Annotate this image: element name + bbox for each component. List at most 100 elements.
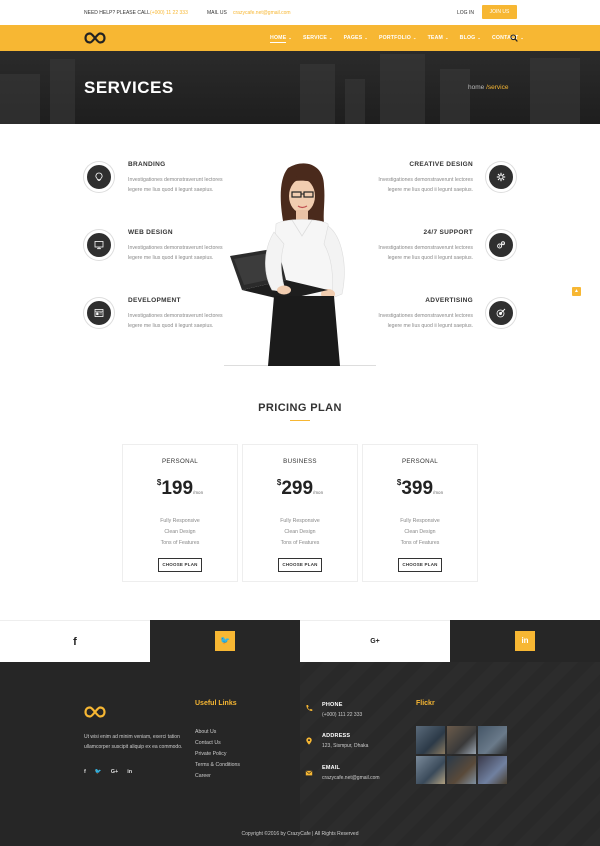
contact-address-label: ADDRESS (322, 733, 351, 739)
bulb-icon (84, 162, 114, 192)
phone-icon (306, 705, 313, 712)
help-phone[interactable]: (+000) 11 22 333 (150, 10, 188, 16)
plan-name: PERSONAL (401, 458, 439, 465)
service-title-web-design: WEB DESIGN (128, 229, 173, 236)
choose-plan-button[interactable]: CHOOSE PLAN (158, 558, 202, 572)
flickr-photo[interactable] (478, 726, 507, 754)
plan-feature: Clean Design (284, 529, 316, 535)
service-text-development: Investigationes demonstraverunt lectores… (128, 313, 223, 329)
nav-pages[interactable]: PAGES ⌄ (344, 25, 368, 51)
contact-address-value: 123, Sismpur, Dhaka (322, 743, 369, 749)
plan-name: PERSONAL (161, 458, 199, 465)
businesswoman-image (224, 163, 376, 366)
plan-feature: Clean Design (404, 529, 436, 535)
google-plus-icon[interactable]: G+ (111, 769, 119, 775)
flickr-photo[interactable] (416, 726, 445, 754)
twitter-icon[interactable]: 🐦 (95, 769, 102, 775)
flickr-photo[interactable] (478, 756, 507, 784)
target-icon (486, 298, 516, 328)
gears-icon (486, 230, 516, 260)
pricing-card-personal-2: PERSONAL $399/mon Fully Responsive Clean… (362, 444, 478, 582)
social-twitter[interactable]: 🐦 (150, 620, 300, 662)
contact-phone-value[interactable]: (+000) 111 22 333 (322, 712, 362, 718)
plan-feature: Clean Design (164, 529, 196, 535)
nav-contact[interactable]: CONTACT ⌄ (492, 25, 524, 51)
breadcrumb-home[interactable]: home (468, 84, 484, 91)
plan-feature: Fully Responsive (160, 518, 200, 524)
footer-link-terms[interactable]: Terms & Conditions (195, 762, 240, 768)
infinity-logo-icon[interactable] (84, 706, 106, 718)
chevron-up-icon[interactable]: ▲ (572, 287, 581, 296)
contact-email-value[interactable]: crazycafe.net@gmail.com (322, 775, 380, 781)
monitor-icon (84, 230, 114, 260)
settings-icon (486, 162, 516, 192)
mail-icon (305, 770, 313, 776)
service-title-creative-design: CREATIVE DESIGN (409, 161, 473, 168)
join-us-button[interactable]: JOIN US (482, 5, 517, 19)
top-bar: NEED HELP? PLEASE CALL (+000) 11 22 333 … (0, 0, 600, 25)
choose-plan-button[interactable]: CHOOSE PLAN (398, 558, 442, 572)
flickr-title: Flickr (416, 700, 435, 707)
nav-team[interactable]: TEAM ⌄ (428, 25, 449, 51)
nav-menu: HOME ⌄ SERVICE ⌄ PAGES ⌄ PORTFOLIO ⌄ TEAM ⌄ B… (270, 25, 535, 51)
service-text-branding: Investigationes demonstraverunt lectores… (128, 177, 223, 193)
plan-price: $199/mon (156, 478, 204, 499)
nav-blog[interactable]: BLOG ⌄ (460, 25, 481, 51)
pricing-card-personal-1: PERSONAL $199/mon Fully Responsive Clean… (122, 444, 238, 582)
facebook-icon[interactable]: f (84, 769, 86, 775)
search-icon[interactable] (510, 34, 518, 42)
plan-feature: Fully Responsive (280, 518, 320, 524)
choose-plan-button[interactable]: CHOOSE PLAN (278, 558, 322, 572)
footer-social: f 🐦 G+ in (84, 769, 132, 775)
footer: Ut wisi enim ad minim veniam, exerci tat… (0, 662, 600, 846)
footer-link-about[interactable]: About Us (195, 729, 216, 735)
nav-service[interactable]: SERVICE ⌄ (303, 25, 333, 51)
infinity-logo-icon[interactable] (84, 32, 106, 44)
flickr-gallery (416, 726, 508, 786)
service-title-support: 24/7 SUPPORT (423, 229, 473, 236)
mail-label: MAIL US (207, 10, 227, 16)
nav-home[interactable]: HOME ⌄ (270, 25, 292, 51)
plan-feature: Tons of Features (160, 540, 200, 546)
service-text-advertising: Investigationes demonstraverunt lectores… (378, 313, 473, 329)
service-title-advertising: ADVERTISING (425, 297, 473, 304)
flickr-photo[interactable] (447, 726, 476, 754)
plan-price: $299/mon (276, 478, 324, 499)
copyright: Copyright ©2016 by CrazyCafe | All Right… (241, 831, 359, 837)
location-icon (306, 737, 312, 745)
twitter-icon: 🐦 (215, 631, 235, 651)
flickr-photo[interactable] (416, 756, 445, 784)
plan-feature: Fully Responsive (400, 518, 440, 524)
service-text-support: Investigationes demonstraverunt lectores… (378, 245, 473, 261)
service-title-development: DEVELOPMENT (128, 297, 181, 304)
page-title: SERVICES (84, 78, 174, 97)
plan-name: BUSINESS (283, 458, 317, 465)
title-underline (290, 420, 310, 421)
flickr-photo[interactable] (447, 756, 476, 784)
breadcrumb-current: /service (484, 84, 509, 91)
code-window-icon (84, 298, 114, 328)
social-google-plus[interactable]: G+ (300, 620, 450, 662)
pricing-card-business: BUSINESS $299/mon Fully Responsive Clean… (242, 444, 358, 582)
mail-value[interactable]: crazycafe.net@gmail.com (233, 10, 291, 16)
facebook-icon: f (73, 636, 77, 648)
footer-about: Ut wisi enim ad minim veniam, exerci tat… (84, 734, 183, 750)
nav-portfolio[interactable]: PORTFOLIO ⌄ (379, 25, 417, 51)
social-facebook[interactable]: f (0, 620, 150, 662)
plan-feature: Tons of Features (280, 540, 320, 546)
footer-link-privacy[interactable]: Private Policy (195, 751, 226, 757)
main-navbar: HOME ⌄ SERVICE ⌄ PAGES ⌄ PORTFOLIO ⌄ TEAM ⌄ B… (0, 25, 600, 51)
social-linkedin[interactable]: in (450, 620, 600, 662)
help-label: NEED HELP? PLEASE CALL (84, 10, 150, 16)
pricing-title: PRICING PLAN (258, 402, 342, 414)
page-header: SERVICES home /service (0, 51, 600, 124)
contact-phone-label: PHONE (322, 702, 343, 708)
breadcrumb: home /service (468, 84, 508, 91)
footer-link-contact[interactable]: Contact Us (195, 740, 221, 746)
google-plus-icon: G+ (370, 638, 380, 645)
login-link[interactable]: LOG IN (457, 10, 474, 16)
linkedin-icon[interactable]: in (127, 769, 132, 775)
plan-feature: Tons of Features (400, 540, 440, 546)
contact-email-label: EMAIL (322, 765, 341, 771)
footer-link-career[interactable]: Career (195, 773, 211, 779)
